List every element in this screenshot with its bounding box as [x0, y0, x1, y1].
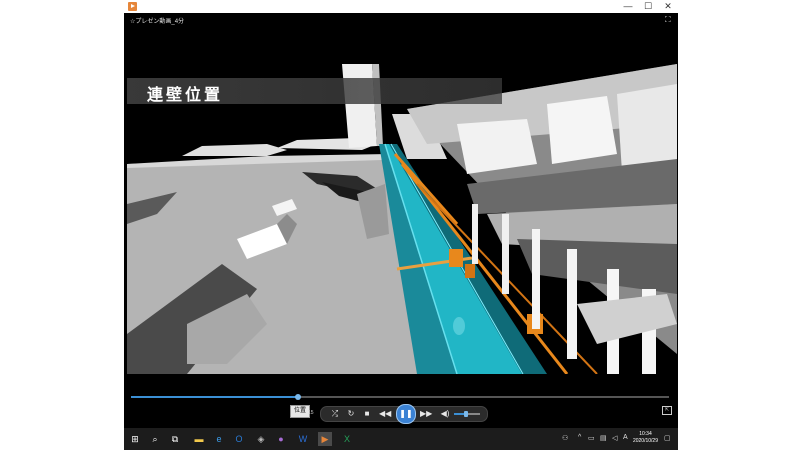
system-clock[interactable]: 10:34 2020/10/29 [633, 431, 658, 445]
task-view-icon[interactable]: ⧉ [168, 432, 182, 446]
taskbar: ⊞ ⌕ ⧉ ▬ e O ◈ ● W ▶ X ⚇ ^ ▭ ▤ ◁ A 10:34 … [124, 428, 678, 450]
close-button[interactable]: ✕ [658, 0, 678, 13]
input-language[interactable]: A [623, 434, 628, 441]
seek-bar-fill [131, 396, 298, 398]
video-frame[interactable]: 連壁位置 [127, 64, 677, 374]
speaker-icon[interactable]: ◁ [612, 434, 617, 442]
position-tooltip: 位置 [290, 405, 311, 418]
shuffle-icon[interactable]: ⤮ [329, 409, 341, 419]
network-icon[interactable]: ▤ [600, 434, 607, 442]
battery-icon[interactable]: ▭ [588, 434, 595, 442]
next-icon[interactable]: ▶▶ [420, 409, 432, 419]
file-explorer-icon[interactable]: ▬ [192, 432, 206, 446]
outlook-icon[interactable]: O [232, 432, 246, 446]
word-icon[interactable]: W [296, 432, 310, 446]
volume-icon[interactable]: ◀) [439, 409, 451, 419]
pause-icon[interactable]: ❚❚ [396, 404, 416, 424]
video-scene-render [127, 64, 677, 374]
minimize-button[interactable]: — [618, 0, 638, 13]
stop-icon[interactable]: ■ [361, 409, 373, 419]
clock-date: 2020/10/29 [632, 438, 658, 444]
playback-controls: ⤮ ↻ ■ ◀◀ ❚❚ ▶▶ ◀) [320, 404, 488, 424]
start-windows-icon[interactable]: ⊞ [128, 432, 142, 446]
video-title: ☆プレゼン動画_4分 [130, 19, 185, 25]
media-player-taskbar-icon[interactable]: ▶ [318, 432, 332, 446]
media-player-window: — ☐ ✕ ☆プレゼン動画_4分 ⛶ 連壁位置 位置 15 ⤮ ↻ ■ ◀◀ ❚… [124, 0, 678, 428]
seek-bar[interactable] [131, 394, 669, 400]
clock-time: 10:34 [639, 431, 652, 437]
show-hidden-icons-icon[interactable]: ^ [578, 434, 581, 441]
excel-icon[interactable]: X [340, 432, 354, 446]
media-player-app-icon [128, 2, 137, 11]
position-value: 15 [308, 410, 314, 416]
app-icon[interactable]: ◈ [254, 432, 268, 446]
previous-icon[interactable]: ◀◀ [379, 409, 391, 419]
volume-thumb[interactable] [463, 411, 468, 417]
people-icon[interactable]: ⚇ [562, 434, 568, 442]
caption-text: 連壁位置 [147, 85, 224, 104]
edge-browser-icon[interactable]: e [212, 432, 226, 446]
maximize-button[interactable]: ☐ [638, 0, 658, 13]
volume-slider[interactable] [454, 411, 480, 417]
fullscreen-icon[interactable]: ⛶ [665, 16, 672, 24]
seek-bar-thumb[interactable] [294, 394, 301, 400]
notifications-icon[interactable]: ▢ [664, 434, 671, 442]
title-bar: — ☐ ✕ [124, 0, 678, 13]
tower-building [342, 64, 377, 148]
switch-to-now-playing-icon[interactable]: ⇱ [662, 406, 672, 415]
search-icon[interactable]: ⌕ [148, 432, 162, 446]
chrome-like-icon[interactable]: ● [274, 432, 288, 446]
repeat-icon[interactable]: ↻ [345, 409, 357, 419]
